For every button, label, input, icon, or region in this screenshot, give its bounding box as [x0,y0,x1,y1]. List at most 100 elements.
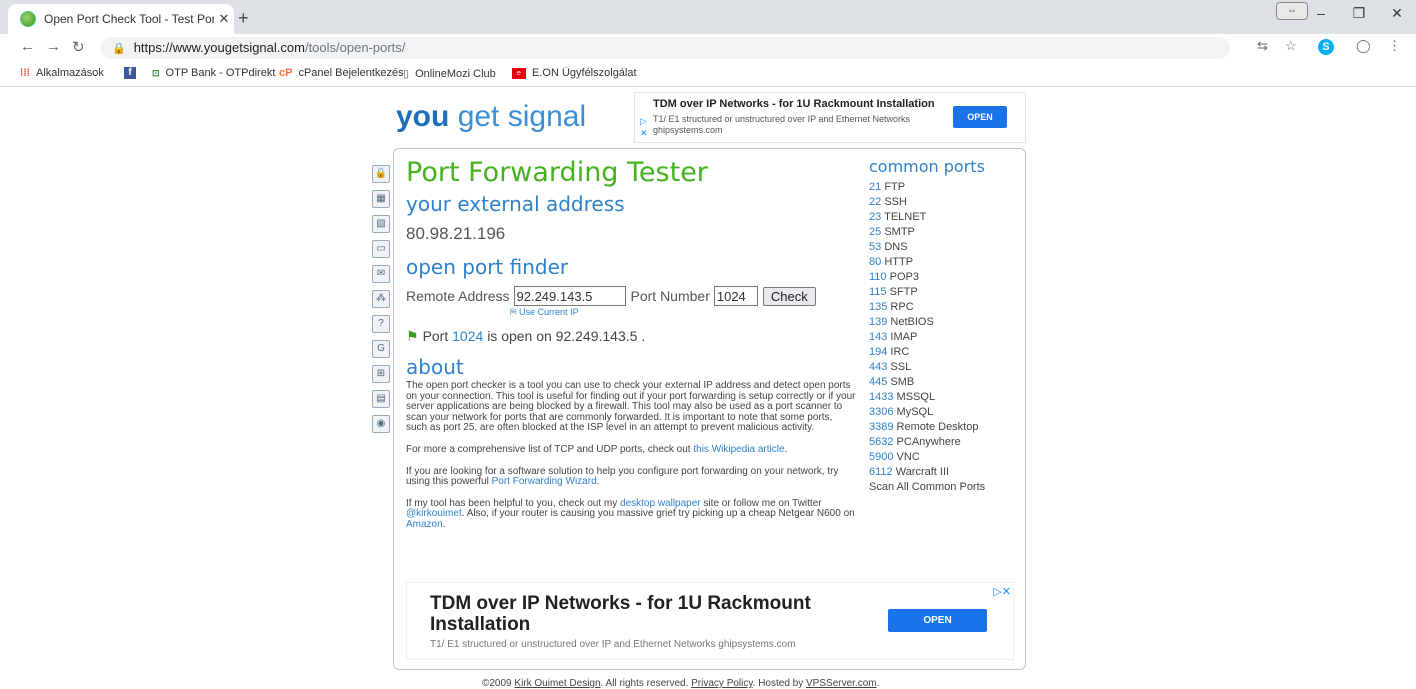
port-item[interactable]: 143 IMAP [869,331,985,346]
port-number-link[interactable]: 139 [869,316,887,328]
back-icon[interactable]: ← [20,38,35,55]
site-logo[interactable]: you get signal [396,100,586,134]
globe-tool-icon[interactable]: ◉ [372,415,390,433]
port-item[interactable]: 115 SFTP [869,286,985,301]
port-item[interactable]: 3306 MySQL [869,406,985,421]
port-item[interactable]: 139 NetBIOS [869,316,985,331]
port-number-link[interactable]: 135 [869,301,887,313]
use-current-ip-link[interactable]: ⛿ Use Current IP [510,307,579,318]
port-item[interactable]: 21 FTP [869,181,985,196]
ad-choices-close-icon[interactable]: ▷✕ [993,585,1011,598]
port-number-link[interactable]: 3389 [869,421,893,433]
privacy-policy-link[interactable]: Privacy Policy [691,678,753,689]
port-number-link[interactable]: 5900 [869,451,893,463]
port-number-link[interactable]: 25 [869,226,881,238]
bookmark-onlinemozi[interactable]: ▯ OnlineMozi Club [403,67,496,81]
translate-icon[interactable]: ⇆ [1257,38,1268,54]
map2-tool-icon[interactable]: ▧ [372,215,390,233]
port-item[interactable]: 443 SSL [869,361,985,376]
browser-tab[interactable]: Open Port Check Tool - Test Port ✕ [8,4,234,34]
port-item[interactable]: 80 HTTP [869,256,985,271]
port-service-name: SFTP [889,286,918,298]
window-tool-icon[interactable]: ▭ [372,240,390,258]
port-item[interactable]: 23 TELNET [869,211,985,226]
help-tool-icon[interactable]: ? [372,315,390,333]
port-item[interactable]: 194 IRC [869,346,985,361]
remote-address-input[interactable] [513,286,626,306]
desktop-wallpaper-link[interactable]: desktop wallpaper [620,498,701,509]
port-item[interactable]: 53 DNS [869,241,985,256]
port-number-link[interactable]: 22 [869,196,881,208]
port-number-link[interactable]: 194 [869,346,887,358]
drive-tool-icon[interactable]: ▤ [372,390,390,408]
port-number-link[interactable]: 110 [869,271,887,283]
wikipedia-link[interactable]: this Wikipedia article [693,444,784,455]
close-tab-icon[interactable]: ✕ [214,11,234,27]
result-port-link[interactable]: 1024 [452,328,483,344]
port-item[interactable]: 1433 MSSQL [869,391,985,406]
network-tool-icon[interactable]: ⁂ [372,290,390,308]
bottom-advertisement[interactable]: TDM over IP Networks - for 1U Rackmount … [406,582,1014,660]
check-button[interactable]: Check [762,286,816,306]
minimize-icon[interactable]: – [1302,0,1340,30]
extension-icon[interactable]: ◯ [1356,38,1371,54]
port-number-link[interactable]: 6112 [869,466,893,478]
lock-tool-icon[interactable]: 🔒 [372,165,390,183]
port-item[interactable]: 3389 Remote Desktop [869,421,985,436]
windows-tool-icon[interactable]: ⊞ [372,365,390,383]
port-number-link[interactable]: 115 [869,286,887,298]
port-item[interactable]: 445 SMB [869,376,985,391]
port-number-link[interactable]: 445 [869,376,887,388]
port-number-link[interactable]: 143 [869,331,887,343]
port-number-link[interactable]: 3306 [869,406,893,418]
top-advertisement[interactable]: TDM over IP Networks - for 1U Rackmount … [634,92,1026,143]
mail-tool-icon[interactable]: ✉ [372,265,390,283]
bookmark-cpanel[interactable]: cP cPanel Bejelentkezés [279,67,404,79]
bottom-ad-open-button[interactable]: OPEN [888,609,987,632]
port-service-name: VNC [896,451,920,463]
port-service-name: SSL [890,361,912,373]
ad-close-icon[interactable]: ✕ [640,128,648,139]
twitter-link[interactable]: @kirkouimet [406,508,462,520]
reload-icon[interactable]: ↻ [72,38,85,56]
port-item[interactable]: 22 SSH [869,196,985,211]
address-bar[interactable]: 🔒 https://www.yougetsignal.com/tools/open… [100,37,1230,59]
port-item[interactable]: 5900 VNC [869,451,985,466]
port-number-link[interactable]: 80 [869,256,881,268]
about-heading: about [406,355,464,379]
close-window-icon[interactable]: ✕ [1378,0,1416,30]
port-item[interactable]: 110 POP3 [869,271,985,286]
scan-all-ports-link[interactable]: Scan All Common Ports [869,481,985,496]
port-number-link[interactable]: 5632 [869,436,893,448]
bookmark-eon[interactable]: e E.ON Ügyfélszolgálat [512,67,637,79]
kirk-ouimet-link[interactable]: Kirk Ouimet Design [514,678,600,689]
port-number-link[interactable]: 21 [869,181,881,193]
port-number-link[interactable]: 1433 [869,391,893,403]
port-item[interactable]: 135 RPC [869,301,985,316]
bookmark-apps[interactable]: ⁞⁞⁞ Alkalmazások [20,67,104,79]
port-item[interactable]: 6112 Warcraft III [869,466,985,481]
port-number-input[interactable] [713,286,758,306]
vpsserver-link[interactable]: VPSServer.com [806,678,877,689]
restore-icon[interactable]: ❐ [1340,0,1378,30]
port-number-link[interactable]: 443 [869,361,887,373]
bookmark-star-icon[interactable]: ☆ [1285,38,1297,54]
port-forwarding-wizard-link[interactable]: Port Forwarding Wizard [492,476,597,487]
amazon-link[interactable]: Amazon [406,519,443,530]
port-number-link[interactable]: 53 [869,241,881,253]
port-number-link[interactable]: 23 [869,211,881,223]
skype-icon[interactable]: S [1318,39,1334,55]
ad-choices-icon[interactable]: ▷ [640,116,647,127]
port-item[interactable]: 25 SMTP [869,226,985,241]
map-tool-icon[interactable]: ▦ [372,190,390,208]
remote-address-label: Remote Address [406,288,510,304]
new-tab-button[interactable]: + [238,8,249,29]
external-ip: 80.98.21.196 [406,224,506,243]
port-item[interactable]: 5632 PCAnywhere [869,436,985,451]
bookmark-otp[interactable]: ⊡ OTP Bank - OTPdirekt [152,67,275,79]
bookmark-facebook[interactable]: f [124,67,142,79]
forward-icon[interactable]: → [46,38,61,55]
menu-icon[interactable]: ⋮ [1388,38,1401,54]
top-ad-open-button[interactable]: OPEN [953,106,1007,128]
google-tool-icon[interactable]: G [372,340,390,358]
